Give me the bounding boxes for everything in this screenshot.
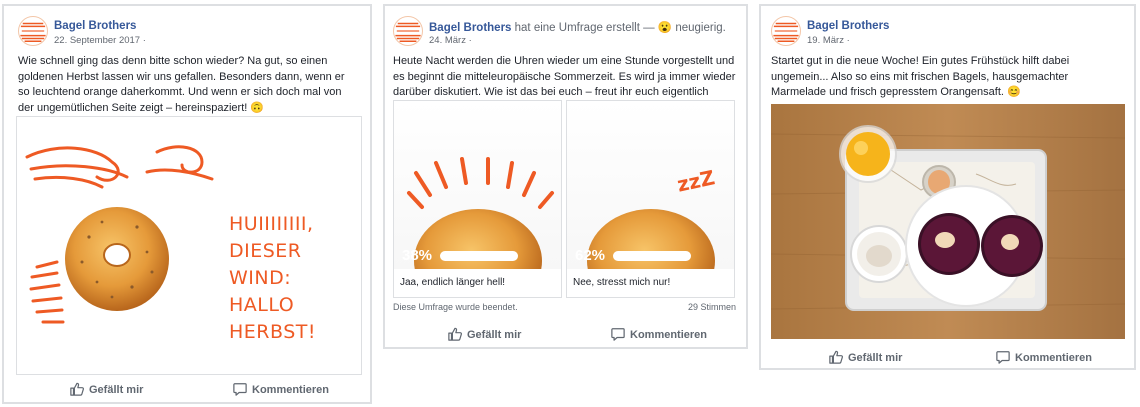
poll-option-2[interactable]: zzZ 62% Nee, stresst mich nur!: [566, 100, 735, 298]
breakfast-tray-photo: [771, 104, 1125, 339]
bagel-brothers-logo-icon: [394, 17, 422, 45]
post-date[interactable]: 19. März ·: [807, 35, 850, 46]
poll-option-label: Nee, stresst mich nur!: [573, 277, 671, 288]
post-text: Startet gut in die neue Woche! Ein gutes…: [771, 55, 1070, 98]
comment-button[interactable]: Kommentieren: [996, 350, 1092, 364]
post-actions: Gefällt mir Kommentieren: [761, 344, 1134, 372]
post-date[interactable]: 22. September 2017 ·: [54, 35, 146, 46]
like-icon: [448, 327, 462, 341]
post-actions: Gefällt mir Kommentieren: [4, 376, 370, 404]
poll-option-label: Jaa, endlich länger hell!: [400, 277, 506, 288]
like-icon: [70, 382, 84, 396]
avatar[interactable]: [771, 16, 801, 46]
poll-percent: 62%: [575, 247, 606, 264]
post-card-3: Bagel Brothers 19. März · Startet gut in…: [759, 4, 1136, 370]
post-card-2: Bagel Brothers hat eine Umfrage erstellt…: [383, 4, 748, 349]
post-text: Wie schnell ging das denn bitte schon wi…: [18, 55, 345, 114]
bagel-brothers-logo-icon: [772, 17, 800, 45]
author-link[interactable]: Bagel Brothers: [429, 22, 511, 34]
poll-status: Diese Umfrage wurde beendet.: [393, 302, 518, 312]
poll-result-bar: [613, 251, 691, 261]
post-activity: hat eine Umfrage erstellt — 😮 neugierig.: [514, 22, 726, 34]
poll-result-bar: [440, 251, 518, 261]
comment-icon: [611, 327, 625, 341]
poll-vote-count[interactable]: 29 Stimmen: [688, 302, 736, 312]
sun-bagel-illustration: [407, 157, 554, 269]
poll-option-image: zzZ 62%: [567, 101, 734, 269]
illustration-text: HUIIIIIIII, DIESER WIND: HALLO HERBST!: [229, 213, 316, 343]
comment-icon: [996, 350, 1010, 364]
like-button[interactable]: Gefällt mir: [448, 327, 521, 341]
post-date[interactable]: 24. März ·: [429, 35, 472, 46]
author-name[interactable]: Bagel Brothers: [807, 20, 889, 32]
poll-option-image: 38%: [394, 101, 561, 269]
post-card-1: Bagel Brothers 22. September 2017 · Wie …: [2, 4, 372, 404]
avatar[interactable]: [393, 16, 423, 46]
bagel-brothers-logo-icon: [19, 17, 47, 45]
post-image[interactable]: [771, 104, 1125, 339]
author-name[interactable]: Bagel Brothers: [54, 20, 136, 32]
poll-percent: 38%: [402, 247, 433, 264]
like-button[interactable]: Gefällt mir: [829, 350, 902, 364]
post-image[interactable]: HUIIIIIIII, DIESER WIND: HALLO HERBST!: [16, 116, 362, 375]
like-button[interactable]: Gefällt mir: [70, 382, 143, 396]
comment-icon: [233, 382, 247, 396]
author-name: Bagel Brothers hat eine Umfrage erstellt…: [429, 20, 726, 34]
poll-option-1[interactable]: 38% Jaa, endlich länger hell!: [393, 100, 562, 298]
avatar[interactable]: [18, 16, 48, 46]
like-icon: [829, 350, 843, 364]
post-actions: Gefällt mir Kommentieren: [385, 321, 746, 349]
comment-button[interactable]: Kommentieren: [233, 382, 329, 396]
comment-button[interactable]: Kommentieren: [611, 327, 707, 341]
